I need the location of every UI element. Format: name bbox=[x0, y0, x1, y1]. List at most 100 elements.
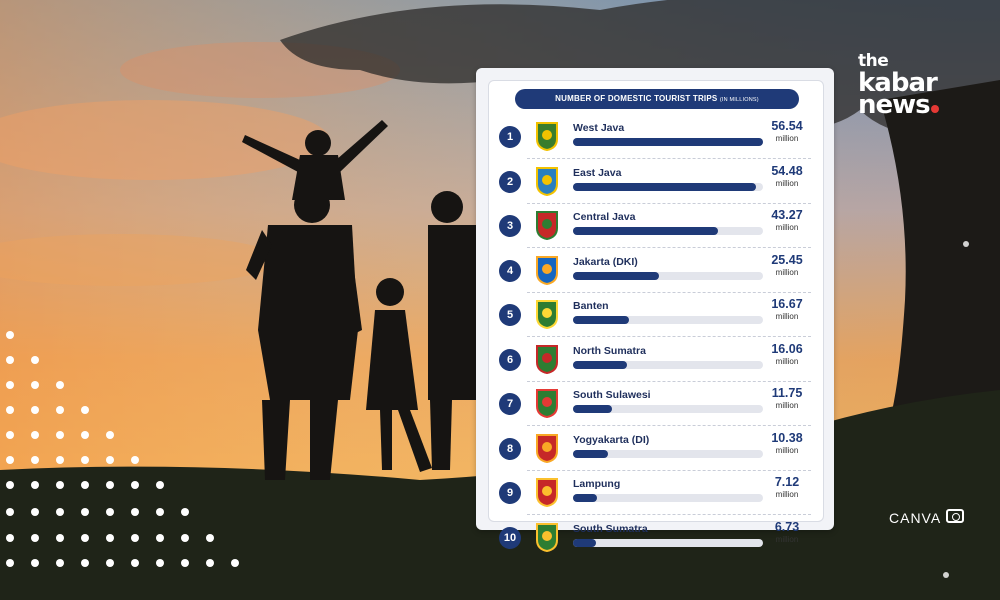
chart-row: 7 South Sulawesi 11.75 million bbox=[489, 382, 823, 426]
logo-dot-icon bbox=[930, 105, 939, 113]
province-emblem-icon bbox=[536, 433, 558, 463]
chart-title-pill: NUMBER OF DOMESTIC TOURIST TRIPS (IN MIL… bbox=[515, 89, 799, 109]
bar-track bbox=[573, 271, 763, 280]
chart-row: 2 East Java 54.48 million bbox=[489, 160, 823, 204]
bar bbox=[573, 538, 596, 547]
rank-badge: 8 bbox=[499, 437, 521, 460]
chart-row: 5 Banten 16.67 million bbox=[489, 293, 823, 337]
value-number: 16.06 bbox=[771, 341, 803, 356]
province-emblem-icon bbox=[536, 211, 558, 240]
rank-badge: 6 bbox=[499, 348, 521, 371]
bar-track bbox=[573, 227, 763, 235]
rank-badge: 5 bbox=[499, 304, 521, 326]
chart-row: 9 Lampung 7.12 million bbox=[489, 471, 823, 515]
bar bbox=[573, 182, 757, 191]
bar bbox=[573, 316, 630, 324]
bar bbox=[573, 494, 597, 502]
bar-track bbox=[573, 360, 763, 369]
province-name: Jakarta (DKI) bbox=[573, 255, 638, 268]
bar-track bbox=[573, 138, 763, 146]
bar-track bbox=[573, 182, 763, 191]
rank-badge: 2 bbox=[499, 170, 521, 193]
chart-row: 10 South Sumatra 6.73 million bbox=[489, 516, 823, 560]
value-number: 25.45 bbox=[771, 252, 803, 267]
rank-badge: 7 bbox=[499, 393, 521, 415]
bar-track bbox=[573, 316, 763, 324]
chart-card: NUMBER OF DOMESTIC TOURIST TRIPS (IN MIL… bbox=[476, 68, 834, 552]
province-emblem-icon bbox=[536, 389, 558, 418]
chart-row: 4 Jakarta (DKI) 25.45 million bbox=[489, 249, 823, 293]
chart-subtitle: (IN MILLIONS) bbox=[719, 97, 759, 103]
value-unit: million bbox=[775, 178, 799, 188]
province-name: South Sulawesi bbox=[573, 389, 651, 401]
chart-panel: NUMBER OF DOMESTIC TOURIST TRIPS (IN MIL… bbox=[488, 80, 824, 552]
value-number: 56.54 bbox=[771, 119, 803, 133]
bar bbox=[573, 405, 613, 413]
camera-icon bbox=[946, 509, 964, 523]
province-name: West Java bbox=[573, 122, 625, 134]
bar-track bbox=[573, 405, 763, 413]
province-emblem-icon bbox=[536, 300, 558, 329]
value-number: 6.73 bbox=[774, 519, 800, 534]
value-label: 10.38 million bbox=[763, 431, 811, 456]
province-emblem-icon bbox=[536, 522, 558, 552]
value-number: 54.48 bbox=[771, 163, 803, 178]
province-emblem-icon bbox=[536, 122, 558, 151]
province-name: Central Java bbox=[573, 211, 636, 223]
province-name: Lampung bbox=[573, 478, 621, 490]
value-unit: million bbox=[775, 134, 799, 143]
value-number: 11.75 bbox=[771, 386, 803, 400]
bar-track bbox=[573, 449, 763, 458]
bar-track bbox=[573, 494, 763, 502]
chart-row: 6 North Sumatra 16.06 million bbox=[489, 338, 823, 382]
province-emblem-icon bbox=[536, 344, 558, 374]
bar bbox=[573, 360, 627, 369]
chart-title: NUMBER OF DOMESTIC TOURIST TRIPS bbox=[555, 94, 718, 103]
value-label: 6.73 million bbox=[763, 520, 811, 545]
value-number: 10.38 bbox=[771, 430, 803, 445]
bar-track bbox=[573, 538, 763, 547]
chart-row: 8 Yogyakarta (DI) 10.38 million bbox=[489, 427, 823, 471]
province-name: East Java bbox=[573, 166, 622, 179]
value-unit: million bbox=[775, 490, 799, 499]
value-label: 43.27 million bbox=[763, 208, 811, 233]
value-number: 43.27 bbox=[771, 208, 803, 222]
rank-badge: 3 bbox=[499, 215, 521, 237]
rank-badge: 10 bbox=[499, 526, 521, 549]
province-emblem-icon bbox=[536, 255, 558, 285]
province-name: Yogyakarta (DI) bbox=[573, 433, 650, 446]
value-number: 7.12 bbox=[774, 475, 800, 489]
bar bbox=[573, 227, 719, 235]
province-name: South Sumatra bbox=[573, 522, 648, 535]
bar bbox=[573, 449, 608, 458]
value-label: 56.54 million bbox=[763, 119, 811, 144]
chart-row: 3 Central Java 43.27 million bbox=[489, 204, 823, 248]
province-emblem-icon bbox=[536, 478, 558, 507]
watermark-label: CANVA bbox=[889, 510, 942, 526]
value-unit: million bbox=[775, 401, 799, 410]
value-label: 11.75 million bbox=[763, 386, 811, 411]
value-label: 16.67 million bbox=[763, 297, 811, 322]
bar bbox=[573, 271, 659, 280]
bar bbox=[573, 138, 763, 146]
value-label: 25.45 million bbox=[763, 253, 811, 278]
value-unit: million bbox=[775, 534, 799, 544]
province-name: North Sumatra bbox=[573, 344, 646, 357]
value-unit: million bbox=[775, 267, 799, 277]
province-emblem-icon bbox=[536, 166, 558, 196]
value-number: 16.67 bbox=[771, 297, 803, 311]
province-name: Banten bbox=[573, 300, 609, 312]
brand-logo-line3: news bbox=[858, 90, 931, 120]
chart-row: 1 West Java 56.54 million bbox=[489, 115, 823, 159]
rank-badge: 9 bbox=[499, 482, 521, 504]
value-label: 16.06 million bbox=[763, 342, 811, 367]
value-unit: million bbox=[775, 356, 799, 366]
value-label: 54.48 million bbox=[763, 164, 811, 189]
rank-badge: 4 bbox=[499, 259, 521, 282]
value-unit: million bbox=[775, 445, 799, 455]
value-unit: million bbox=[775, 223, 799, 232]
value-unit: million bbox=[775, 312, 799, 321]
value-label: 7.12 million bbox=[763, 475, 811, 500]
rank-badge: 1 bbox=[499, 126, 521, 148]
brand-logo: the kabar news bbox=[858, 50, 958, 118]
